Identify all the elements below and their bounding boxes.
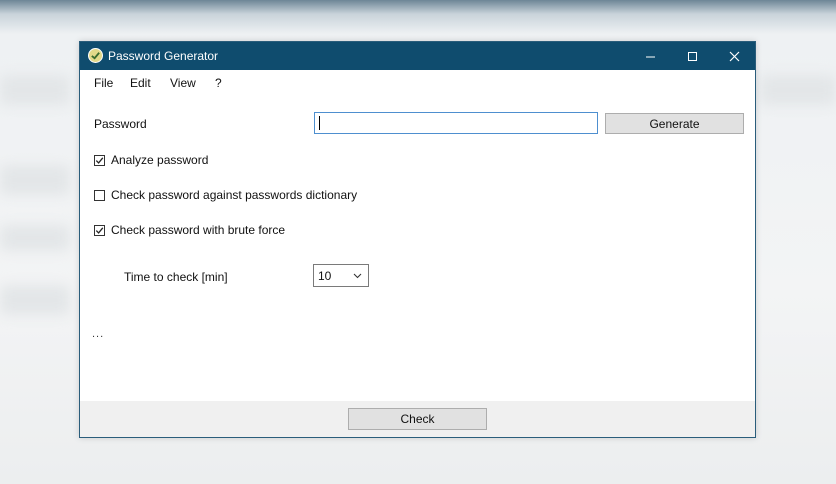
checkmark-icon [95, 226, 104, 234]
text-caret [319, 116, 320, 130]
password-label: Password [94, 117, 147, 131]
menu-edit[interactable]: Edit [130, 76, 151, 90]
background-blur [0, 165, 70, 195]
menu-file[interactable]: File [94, 76, 113, 90]
background-blur [0, 225, 70, 251]
checkbox-label: Analyze password [111, 153, 209, 167]
check-button[interactable]: Check [348, 408, 487, 430]
chevron-down-icon [353, 273, 362, 279]
time-to-check-label: Time to check [min] [124, 270, 228, 284]
checkbox-label: Check password against passwords diction… [111, 188, 358, 202]
background-blur [0, 285, 70, 315]
close-button[interactable] [713, 42, 755, 70]
checkbox-box [94, 189, 105, 201]
generate-button[interactable]: Generate [605, 113, 744, 134]
minimize-icon [645, 56, 655, 57]
dictionary-check-checkbox[interactable]: Check password against passwords diction… [94, 188, 357, 202]
checkbox-label: Check password with brute force [111, 223, 286, 237]
password-input[interactable] [314, 112, 598, 134]
minimize-button[interactable] [629, 42, 671, 70]
time-to-check-select[interactable]: 10 [313, 264, 369, 287]
status-text: ... [92, 328, 105, 340]
menu-bar: File Edit View ? [80, 70, 755, 92]
checkmark-icon [95, 156, 104, 164]
maximize-icon [687, 51, 697, 61]
analyze-password-checkbox[interactable]: Analyze password [94, 153, 208, 167]
title-bar[interactable]: Password Generator [80, 42, 755, 70]
footer-bar: Check [80, 401, 755, 437]
password-generator-window: Password Generator File Edit View ? Pass… [79, 41, 756, 438]
select-value: 10 [318, 269, 332, 283]
checkbox-box [94, 154, 105, 166]
checkbox-box [94, 224, 105, 236]
brute-force-checkbox[interactable]: Check password with brute force [94, 223, 285, 237]
app-icon [88, 48, 103, 63]
close-icon [729, 51, 739, 61]
maximize-button[interactable] [671, 42, 713, 70]
background-blur [760, 75, 836, 105]
window-title: Password Generator [108, 49, 219, 63]
background-blur [0, 75, 70, 105]
menu-help[interactable]: ? [215, 76, 222, 90]
menu-view[interactable]: View [170, 76, 196, 90]
